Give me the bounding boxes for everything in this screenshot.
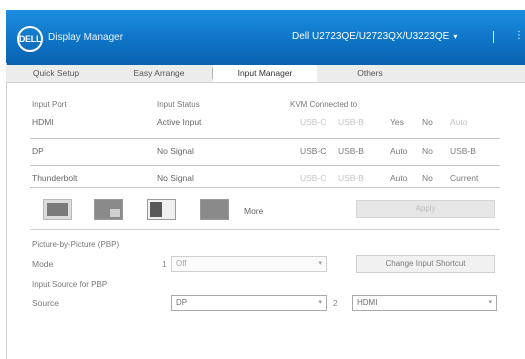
row-port: HDMI [32,117,54,127]
layout-thumb-single[interactable] [43,199,72,220]
column-header-input-port: Input Port [32,100,67,109]
layout-thumb-split[interactable] [147,199,176,220]
more-layouts-link[interactable]: More [244,206,263,216]
row-status: Active Input [157,117,202,127]
info-icon[interactable]: ⋮ [514,30,524,41]
app-title: Display Manager [48,32,124,43]
chevron-down-icon: ▾ [318,299,322,306]
kvm-option[interactable]: USB-C [300,173,326,183]
table-row[interactable]: HDMI Active Input USB-C USB-B Yes No Aut… [30,112,500,132]
layout-thumb-full[interactable] [200,199,229,220]
chevron-down-icon: ▾ [318,260,322,267]
source-select-a[interactable]: DP ▾ [171,295,327,311]
kvm-option[interactable]: USB-C [300,117,326,127]
monitor-selector-label: Dell U2723QE/U2723QX/U3223QE [292,31,450,42]
tab-quick-setup[interactable]: Quick Setup [6,65,106,82]
source-number-label: 2 [333,298,338,308]
kvm-option[interactable]: USB-B [450,146,476,156]
source-select-b-value: HDMI [357,298,378,307]
pbp-section-title: Picture-by-Picture (PBP) [32,240,120,249]
kvm-option[interactable]: Auto [390,146,408,156]
dell-logo: DELL [17,26,43,52]
kvm-option[interactable]: USB-C [300,146,326,156]
kvm-option[interactable]: USB-B [338,146,364,156]
pbp-number-label: 1 [162,259,167,269]
kvm-option[interactable]: No [422,117,433,127]
change-input-shortcut-button[interactable]: Change Input Shortcut [356,255,495,273]
monitor-selector[interactable]: Dell U2723QE/U2723QX/U3223QE ▾ [292,31,457,42]
pbp-mode-label: Mode [32,259,54,269]
column-header-input-status: Input Status [157,100,200,109]
row-divider [30,165,500,166]
tab-easy-arrange[interactable]: Easy Arrange [106,65,212,82]
row-status: No Signal [157,173,194,183]
tab-others[interactable]: Others [317,65,423,82]
title-bar: DELL Display Manager Dell U2723QE/U2723Q… [6,10,525,65]
header-divider [493,31,494,43]
kvm-option[interactable]: USB-B [338,117,364,127]
kvm-option[interactable]: No [422,146,433,156]
layout-thumb-pip[interactable] [94,199,123,220]
chevron-down-icon: ▾ [453,32,458,41]
app-window: DELL Display Manager Dell U2723QE/U2723Q… [0,0,525,359]
section-divider [30,229,500,230]
table-row[interactable]: Thunderbolt No Signal USB-C USB-B Auto N… [30,168,500,188]
tab-input-manager[interactable]: Input Manager [213,65,317,82]
pbp-mode-select-value: Off [176,259,187,268]
kvm-option[interactable]: USB-B [338,173,364,183]
kvm-option[interactable]: No [422,173,433,183]
row-port: DP [32,146,44,156]
tab-bar: Quick Setup Easy Arrange Input Manager O… [6,65,525,83]
table-row[interactable]: DP No Signal USB-C USB-B Auto No USB-B [30,141,500,161]
source-select-a-value: DP [176,298,188,307]
row-divider [30,138,500,139]
kvm-option[interactable]: Yes [390,117,404,127]
source-select-b[interactable]: HDMI ▾ [352,295,497,311]
column-header-kvm: KVM Connected to [290,100,358,109]
window-left-border [6,63,7,359]
apply-button[interactable]: Apply [356,200,495,218]
pbp-mode-select[interactable]: Off ▾ [171,256,327,272]
row-port: Thunderbolt [32,173,78,183]
kvm-option[interactable]: Auto [450,117,468,127]
source-section-title: Input Source for PBP [32,280,108,289]
row-status: No Signal [157,146,194,156]
kvm-option[interactable]: Auto [390,173,408,183]
source-label: Source [32,298,59,308]
row-divider [30,187,500,188]
kvm-option[interactable]: Current [450,173,478,183]
chevron-down-icon: ▾ [488,299,492,306]
